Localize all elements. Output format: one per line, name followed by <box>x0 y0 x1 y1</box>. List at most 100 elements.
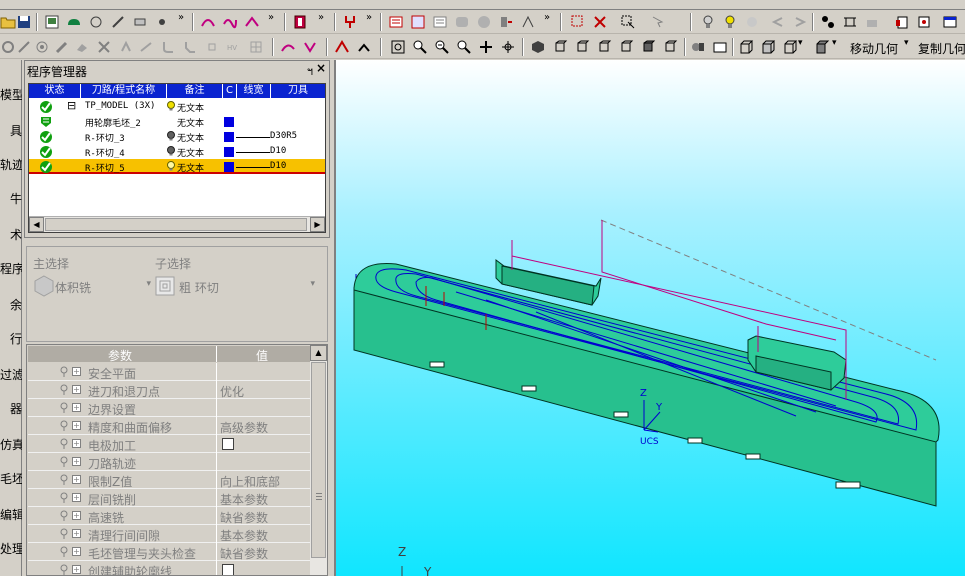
toolbar-overflow-5[interactable]: » <box>544 12 550 23</box>
sheet-icon[interactable] <box>44 14 60 30</box>
param-row[interactable]: + 高速铣 缺省参数 <box>28 507 310 525</box>
bottom-view-icon[interactable] <box>640 39 656 55</box>
side-view-icon[interactable] <box>596 39 612 55</box>
tree-row-selected[interactable]: R-环切_5 无文本 D10 <box>29 159 325 174</box>
left-tab-7[interactable]: 行 <box>0 330 22 347</box>
expand-icon[interactable]: + <box>72 493 81 502</box>
left-tab-1[interactable]: 具 <box>0 122 22 139</box>
move-geometry-button[interactable]: 移动几何 <box>850 40 898 57</box>
param-value[interactable]: 缺省参数 <box>220 545 268 562</box>
tree-row[interactable]: R-环切_4 无文本 D10 <box>29 144 325 159</box>
scissors-icon[interactable] <box>96 39 112 55</box>
fork-icon[interactable] <box>342 14 358 30</box>
scroll-thumb[interactable] <box>45 218 307 231</box>
param-row[interactable]: + 限制Z值 向上和底部 <box>28 471 310 489</box>
vertical-scrollbar[interactable]: ▲ <box>310 345 327 575</box>
expand-icon[interactable]: + <box>72 475 81 484</box>
param-row[interactable]: + 毛坯管理与夹头检查 缺省参数 <box>28 543 310 561</box>
left-tab-0[interactable]: 模型 <box>0 86 22 103</box>
bulb-yellow-icon[interactable] <box>167 101 175 111</box>
expand-icon[interactable]: + <box>72 565 81 574</box>
expand-icon[interactable]: + <box>72 439 81 448</box>
left-tab-3[interactable]: 牛 <box>0 190 22 207</box>
gear-icon[interactable] <box>0 39 16 55</box>
box-b-icon[interactable] <box>760 39 776 55</box>
param-row[interactable]: + 创建辅助轮廓线 <box>28 561 310 575</box>
render-a-icon[interactable] <box>690 39 706 55</box>
scroll-thumb[interactable] <box>311 362 326 558</box>
view-d-icon[interactable] <box>454 14 470 30</box>
trim-icon[interactable] <box>118 39 134 55</box>
arrow-right-icon[interactable] <box>792 14 808 30</box>
layers-icon[interactable] <box>820 14 836 30</box>
param-checkbox[interactable] <box>222 564 234 575</box>
left-tab-6[interactable]: 余 <box>0 296 22 313</box>
model-view[interactable]: Z Y UCS Z Y <box>336 60 965 576</box>
zoom-fit-icon[interactable] <box>456 39 472 55</box>
pan-icon[interactable] <box>478 39 494 55</box>
curve-a-icon[interactable] <box>200 14 216 30</box>
doc-icon[interactable] <box>894 14 910 30</box>
close-icon[interactable]: × <box>316 61 326 75</box>
col-name[interactable]: 刀路/程式名称 <box>81 84 167 98</box>
expand-icon[interactable]: + <box>72 547 81 556</box>
col-color[interactable]: C <box>223 84 237 98</box>
grid-icon[interactable] <box>248 39 264 55</box>
expand-icon[interactable]: + <box>72 421 81 430</box>
curve-c-icon[interactable] <box>244 14 260 30</box>
expand-icon[interactable]: + <box>72 403 81 412</box>
param-row[interactable]: + 进刀和退刀点 优化 <box>28 381 310 399</box>
top-view-icon[interactable] <box>574 39 590 55</box>
path-b-icon[interactable] <box>302 39 318 55</box>
scroll-left-icon[interactable]: ◀ <box>29 217 44 232</box>
select-box-icon[interactable] <box>570 14 586 30</box>
param-row[interactable]: + 电极加工 <box>28 435 310 453</box>
save-icon[interactable] <box>16 14 32 30</box>
zoom-icon[interactable] <box>412 39 428 55</box>
circle-target-icon[interactable] <box>34 39 50 55</box>
pointer-icon[interactable] <box>650 14 666 30</box>
param-value[interactable]: 优化 <box>220 383 244 400</box>
scroll-up-icon[interactable]: ▲ <box>310 345 327 361</box>
color-swatch[interactable] <box>224 162 234 172</box>
bulb-a-icon[interactable] <box>700 14 716 30</box>
param-row[interactable]: + 安全平面 <box>28 363 310 381</box>
chevron-down-icon[interactable]: ▾ <box>310 279 315 289</box>
left-tab-5[interactable]: 程序 <box>0 260 22 277</box>
bulb-c-icon[interactable] <box>744 14 760 30</box>
horizontal-scrollbar[interactable]: ◀ ▶ <box>29 216 325 232</box>
toolbar-overflow-2[interactable]: » <box>268 12 274 23</box>
cup-icon[interactable] <box>292 14 308 30</box>
col-tool[interactable]: 刀具 <box>271 84 325 98</box>
tree-row[interactable]: 用轮廓毛坯_2 无文本 <box>29 114 325 129</box>
param-value[interactable]: 基本参数 <box>220 491 268 508</box>
fillet-icon[interactable] <box>160 39 176 55</box>
left-tab-13[interactable]: 处理 <box>0 540 22 557</box>
param-value[interactable]: 基本参数 <box>220 527 268 544</box>
param-value[interactable]: 缺省参数 <box>220 509 268 526</box>
left-tab-9[interactable]: 器 <box>0 400 22 417</box>
param-row[interactable]: + 清理行间间隙 基本参数 <box>28 525 310 543</box>
expand-icon[interactable]: + <box>72 457 81 466</box>
pin-icon[interactable]: ฯ <box>307 62 313 80</box>
arrow-left-icon[interactable] <box>770 14 786 30</box>
sketch-a-icon[interactable] <box>334 39 350 55</box>
tree-row[interactable]: R-环切_3 无文本 D30R5 <box>29 129 325 144</box>
doc-b-icon[interactable] <box>916 14 932 30</box>
left-tab-4[interactable]: 术 <box>0 226 22 243</box>
param-checkbox[interactable] <box>222 438 234 450</box>
toolbar-overflow-3[interactable]: » <box>318 12 324 23</box>
node-icon[interactable] <box>204 39 220 55</box>
settings-b-icon[interactable] <box>864 14 880 30</box>
toolbar-overflow-4[interactable]: » <box>366 12 372 23</box>
collapse-toggle[interactable]: ⊟ <box>67 99 76 112</box>
dropdown-arrow-1[interactable]: ▾ <box>798 38 803 48</box>
rotate-icon[interactable] <box>500 39 516 55</box>
view-f-icon[interactable] <box>498 14 514 30</box>
open-icon[interactable] <box>0 14 16 30</box>
sub-select-combo[interactable]: 粗 环切 ▾ <box>155 275 315 297</box>
path-a-icon[interactable] <box>280 39 296 55</box>
box-a-icon[interactable] <box>738 39 754 55</box>
pen-icon[interactable] <box>54 39 70 55</box>
bulb-gray-icon[interactable] <box>167 146 175 156</box>
